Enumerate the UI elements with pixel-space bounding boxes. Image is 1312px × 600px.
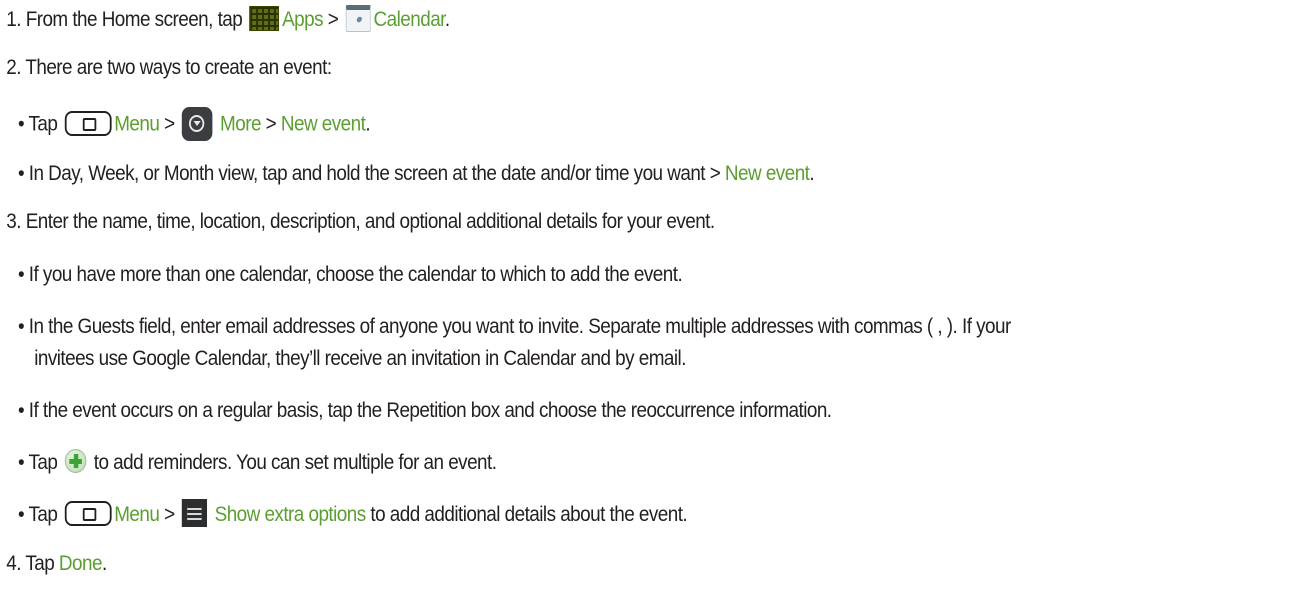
bullet-5-sep: > [164, 503, 175, 526]
step-4-prefix: 4. Tap [6, 552, 55, 575]
menu-label-2: Menu [114, 503, 160, 526]
menu-key-icon [64, 500, 112, 526]
calendar-icon: ⦁ [345, 4, 371, 32]
new-event-label: New event [280, 112, 366, 136]
bullet-2-line-2: invitees use Google Calendar, they’ll re… [34, 347, 686, 370]
way-1-sep-1: > [164, 112, 175, 136]
bullet-5-prefix: • Tap [18, 503, 58, 526]
bullet-2-line-1: • In the Guests field, enter email addre… [18, 315, 1011, 338]
add-reminder-icon [64, 449, 87, 474]
done-label: Done [58, 552, 103, 575]
step-3-bullet-2-cont: invitees use Google Calendar, they’ll re… [34, 345, 686, 373]
step-3-bullet-1: • If you have more than one calendar, ch… [18, 261, 683, 289]
menu-key-icon [64, 110, 112, 136]
step-3: 3. Enter the name, time, location, descr… [6, 208, 715, 236]
show-extra-options-icon [182, 499, 208, 528]
step-3-bullet-5: • Tap Menu > Show extra options to add a… [18, 499, 688, 529]
step-3-text: 3. Enter the name, time, location, descr… [6, 210, 715, 233]
bullet-1-text: • If you have more than one calendar, ch… [18, 263, 683, 286]
way-2-prefix: • In Day, Week, or Month view, tap and h… [18, 162, 721, 185]
step-1-sep: > [327, 8, 339, 31]
step-4-suffix: . [101, 552, 107, 575]
way-2-suffix: . [809, 162, 815, 185]
more-icon [182, 107, 213, 141]
step-2-way-2: • In Day, Week, or Month view, tap and h… [18, 160, 815, 188]
new-event-label-2: New event [724, 162, 810, 185]
way-1-prefix: • Tap [18, 112, 58, 136]
way-1-sep-2: > [265, 112, 277, 136]
bullet-4-prefix: • Tap [18, 451, 58, 474]
step-4: 4. Tap Done. [6, 550, 107, 578]
step-1: 1. From the Home screen, tap Apps > ⦁ Cal… [6, 4, 450, 34]
calendar-label: Calendar [373, 8, 446, 31]
bullet-4-suffix: to add reminders. You can set multiple f… [93, 451, 497, 474]
bullet-5-suffix: to add additional details about the even… [370, 503, 688, 526]
step-3-bullet-4: • Tap to add reminders. You can set mult… [18, 449, 497, 477]
menu-label: Menu [114, 112, 160, 136]
step-1-suffix: . [444, 8, 450, 31]
apps-grid-icon [249, 5, 280, 31]
more-label: More [220, 112, 261, 136]
instructions-document: 1. From the Home screen, tap Apps > ⦁ Cal… [0, 0, 1181, 600]
show-extra-options-label: Show extra options [214, 503, 367, 526]
step-3-bullet-2: • In the Guests field, enter email addre… [18, 313, 1011, 341]
step-2: 2. There are two ways to create an event… [6, 54, 332, 82]
way-1-suffix: . [365, 112, 371, 136]
step-1-prefix: 1. From the Home screen, tap [6, 8, 243, 31]
step-3-bullet-3: • If the event occurs on a regular basis… [18, 397, 832, 425]
bullet-3-text: • If the event occurs on a regular basis… [18, 399, 832, 422]
apps-label: Apps [282, 8, 323, 31]
step-2-way-1: • Tap Menu > More > New event. [18, 107, 371, 141]
step-2-text: 2. There are two ways to create an event… [6, 56, 332, 79]
